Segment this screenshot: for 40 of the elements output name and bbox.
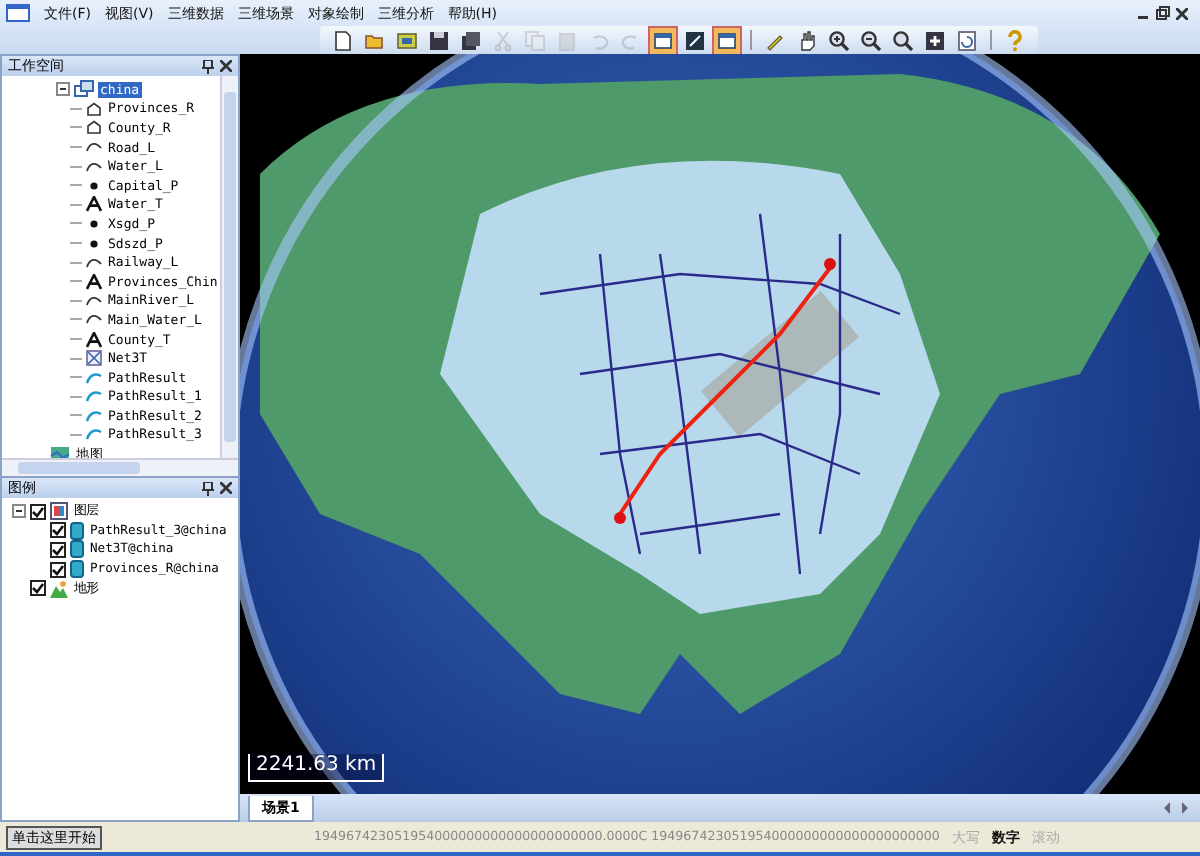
toolbar-icon[interactable] xyxy=(888,25,918,55)
scrollbar[interactable] xyxy=(220,76,238,458)
close-icon[interactable] xyxy=(220,482,232,494)
line-icon xyxy=(86,314,102,325)
point-icon xyxy=(86,239,102,248)
line-icon xyxy=(86,142,102,153)
toolbar-icon[interactable] xyxy=(648,25,678,55)
window-icon xyxy=(6,4,30,22)
close-icon[interactable] xyxy=(220,60,232,72)
text-layer-icon xyxy=(86,196,102,213)
layers-icon xyxy=(50,502,68,521)
collapse-icon[interactable] xyxy=(12,504,26,519)
text-layer-icon xyxy=(86,273,102,290)
text-layer-icon xyxy=(86,331,102,348)
datasource-icon xyxy=(74,80,94,99)
scale-bar: 2241.63 km xyxy=(248,754,385,782)
point-icon xyxy=(86,181,102,190)
zoom-in-icon[interactable] xyxy=(824,25,854,55)
checkbox[interactable] xyxy=(30,503,46,520)
line-icon xyxy=(86,295,102,306)
checkbox[interactable] xyxy=(50,522,66,539)
scrollbar[interactable] xyxy=(2,458,238,476)
checkbox[interactable] xyxy=(50,541,66,558)
tab-scroll-arrows-icon[interactable] xyxy=(1164,802,1188,814)
pin-icon[interactable] xyxy=(202,481,214,495)
toolbar-icon[interactable] xyxy=(712,25,742,55)
map-icon xyxy=(50,445,70,458)
zoom-out-icon[interactable] xyxy=(856,25,886,55)
collapse-icon[interactable] xyxy=(56,82,70,97)
line-icon xyxy=(86,257,102,268)
terrain-icon xyxy=(50,579,68,598)
restore-icon[interactable] xyxy=(1156,6,1170,20)
network-icon xyxy=(86,350,102,367)
checkbox[interactable] xyxy=(50,561,66,578)
checkbox[interactable] xyxy=(30,580,46,597)
globe-view[interactable]: 2241.63 km xyxy=(240,54,1200,794)
close-icon[interactable] xyxy=(1176,7,1188,19)
line-icon xyxy=(86,161,102,172)
pin-icon[interactable] xyxy=(202,59,214,73)
point-icon xyxy=(86,219,102,228)
